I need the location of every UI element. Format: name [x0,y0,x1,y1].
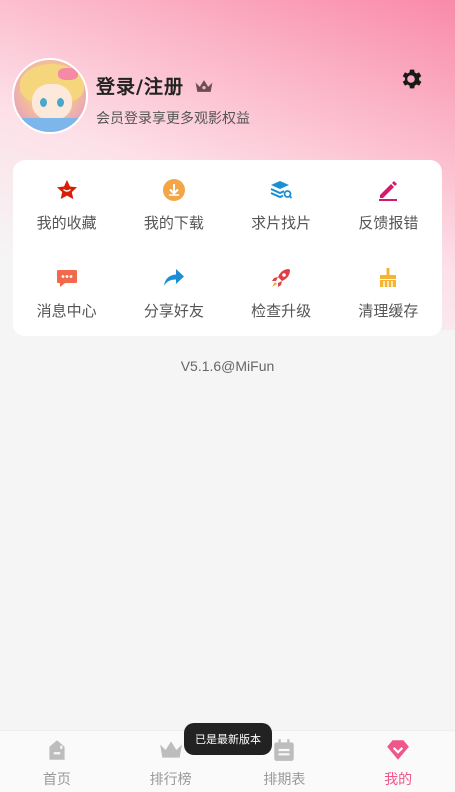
calendar-icon [274,739,295,761]
feedback-item[interactable]: 反馈报错 [335,160,442,248]
downloads-item[interactable]: 我的下载 [120,160,227,248]
heart-diamond-icon [387,740,409,760]
vip-crown-icon [195,79,213,92]
settings-gear-icon[interactable] [398,66,424,92]
login-row[interactable]: 登录/注册 [96,72,214,99]
rocket-icon [272,269,291,287]
version-text: V5.1.6@MiFun [180,358,275,374]
avatar[interactable] [12,58,88,134]
search-stack-icon [270,181,293,199]
check-update-item[interactable]: 检查升级 [228,248,335,336]
star-icon [56,180,77,200]
messages-item[interactable]: 消息中心 [13,248,120,336]
member-subtitle: 会员登录享更多观影权益 [96,111,250,127]
feature-grid: 我的收藏 我的下载 求片找片 反馈报错 消息中心 分享好友 检查升级 清理缓存 [13,160,442,336]
clear-cache-item[interactable]: 清理缓存 [335,248,442,336]
download-cloud-icon [162,179,185,201]
login-register-link[interactable]: 登录/注册 [96,72,184,99]
tab-home[interactable]: 首页 [0,731,114,792]
home-icon [49,740,65,760]
share-arrow-icon [163,269,184,286]
request-movie-item[interactable]: 求片找片 [228,160,335,248]
favorites-item[interactable]: 我的收藏 [13,160,120,248]
tab-mine[interactable]: 我的 [341,731,455,792]
toast-message: 已是最新版本 [184,723,272,755]
share-item[interactable]: 分享好友 [120,248,227,336]
pencil-icon [379,181,398,201]
broom-icon [380,268,397,287]
profile-section: 登录/注册 会员登录享更多观影权益 [12,58,443,138]
message-icon [56,270,77,287]
crown-icon [159,741,182,758]
